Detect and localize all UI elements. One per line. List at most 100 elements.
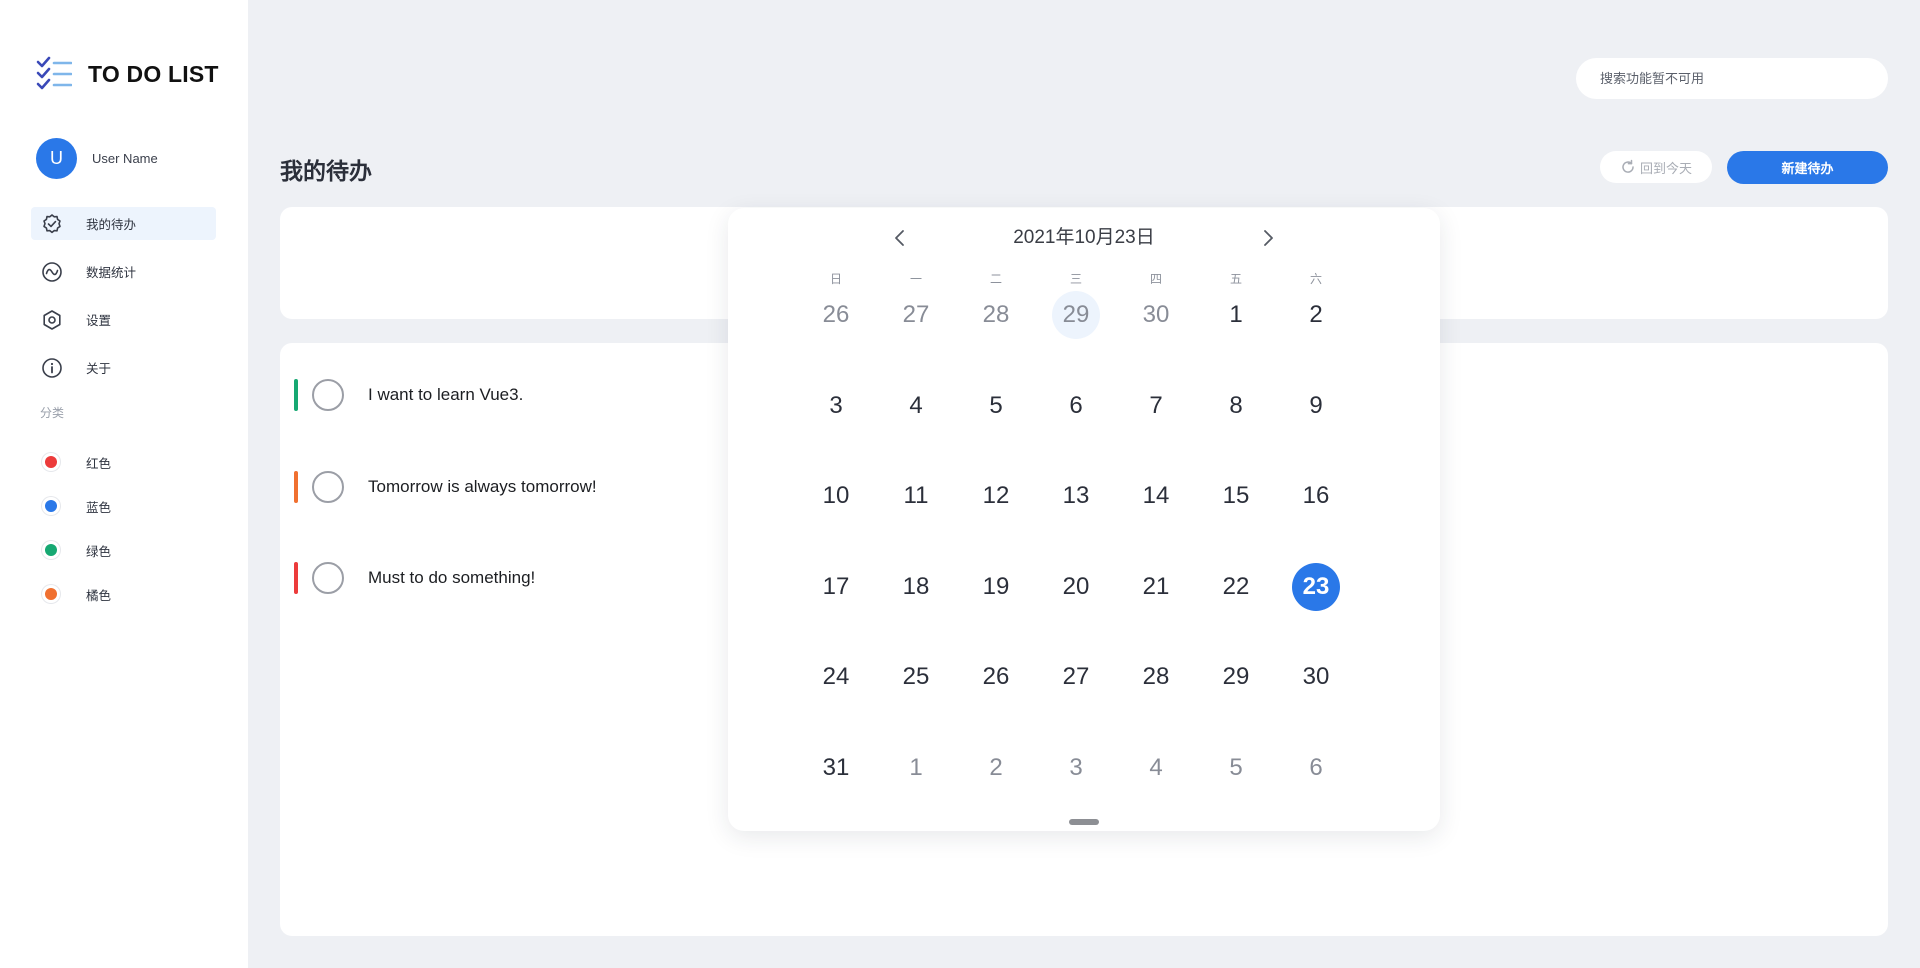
calendar-day[interactable]: 26 bbox=[812, 291, 860, 339]
calendar-cell: 3 bbox=[796, 382, 876, 473]
category-label: 蓝色 bbox=[86, 500, 112, 515]
calendar-day[interactable]: 28 bbox=[1132, 653, 1180, 701]
calendar-cell: 4 bbox=[1116, 744, 1196, 835]
calendar-day[interactable]: 1 bbox=[892, 744, 940, 792]
chevron-left-icon bbox=[893, 229, 907, 247]
back-to-today-label: 回到今天 bbox=[1639, 160, 1692, 176]
avatar[interactable]: U bbox=[36, 138, 77, 179]
todo-item[interactable]: I want to learn Vue3. bbox=[294, 375, 523, 415]
calendar-day[interactable]: 19 bbox=[972, 563, 1020, 611]
category-item-green[interactable]: 绿色 bbox=[31, 535, 216, 565]
weekday-header: 日一二三四五六 bbox=[796, 270, 1356, 287]
category-item-orange[interactable]: 橘色 bbox=[31, 579, 216, 609]
calendar-day[interactable]: 29 bbox=[1212, 653, 1260, 701]
calendar-day[interactable]: 30 bbox=[1292, 653, 1340, 701]
calendar-day[interactable]: 2 bbox=[972, 744, 1020, 792]
weekday-label: 二 bbox=[989, 272, 1002, 286]
sidebar-item-settings[interactable]: 设置 bbox=[31, 303, 216, 336]
weekday-label: 一 bbox=[909, 272, 922, 286]
calendar-day[interactable]: 13 bbox=[1052, 472, 1100, 520]
calendar-day[interactable]: 14 bbox=[1132, 472, 1180, 520]
red-dot-icon bbox=[41, 452, 61, 472]
category-item-blue[interactable]: 蓝色 bbox=[31, 491, 216, 521]
calendar-day[interactable]: 27 bbox=[1052, 653, 1100, 701]
refresh-icon bbox=[1620, 159, 1636, 175]
next-month-button[interactable] bbox=[1254, 220, 1282, 256]
todo-text: Tomorrow is always tomorrow! bbox=[368, 477, 597, 496]
prev-month-button[interactable] bbox=[886, 220, 914, 256]
calendar-day[interactable]: 6 bbox=[1292, 744, 1340, 792]
todo-item[interactable]: Tomorrow is always tomorrow! bbox=[294, 467, 597, 507]
calendar-day[interactable]: 4 bbox=[1132, 744, 1180, 792]
calendar-day[interactable]: 5 bbox=[972, 382, 1020, 430]
calendar-cell: 28 bbox=[956, 291, 1036, 382]
calendar-day[interactable]: 21 bbox=[1132, 563, 1180, 611]
calendar-cell: 4 bbox=[876, 382, 956, 473]
calendar-day[interactable]: 26 bbox=[972, 653, 1020, 701]
todo-checkbox[interactable] bbox=[312, 562, 344, 594]
calendar-day[interactable]: 30 bbox=[1132, 291, 1180, 339]
calendar-day[interactable]: 7 bbox=[1132, 382, 1180, 430]
calendar-cell: 7 bbox=[1116, 382, 1196, 473]
sidebar-item-label: 我的待办 bbox=[86, 218, 137, 232]
calendar-day[interactable]: 4 bbox=[892, 382, 940, 430]
calendar-day[interactable]: 8 bbox=[1212, 382, 1260, 430]
category-item-red[interactable]: 红色 bbox=[31, 447, 216, 477]
calendar-cell: 18 bbox=[876, 563, 956, 654]
calendar-day-selected[interactable]: 23 bbox=[1292, 562, 1340, 611]
app-logo: TO DO LIST bbox=[36, 56, 219, 92]
sidebar-item-my-todos[interactable]: 我的待办 bbox=[31, 207, 216, 240]
calendar-day[interactable]: 28 bbox=[972, 291, 1020, 339]
calendar-day[interactable]: 3 bbox=[1052, 744, 1100, 792]
calendar-cell: 15 bbox=[1196, 472, 1276, 563]
todo-checkbox[interactable] bbox=[312, 379, 344, 411]
calendar-day[interactable]: 15 bbox=[1212, 472, 1260, 520]
calendar-day[interactable]: 9 bbox=[1292, 382, 1340, 430]
calendar-day[interactable]: 2 bbox=[1292, 291, 1340, 339]
calendar-day[interactable]: 20 bbox=[1052, 563, 1100, 611]
calendar-day[interactable]: 1 bbox=[1212, 291, 1260, 339]
calendar-day[interactable]: 17 bbox=[812, 563, 860, 611]
sidebar-item-label: 关于 bbox=[86, 362, 112, 376]
settings-hex-icon bbox=[41, 309, 63, 331]
calendar-cell: 30 bbox=[1116, 291, 1196, 382]
calendar-day[interactable]: 24 bbox=[812, 653, 860, 701]
sidebar-item-statistics[interactable]: 数据统计 bbox=[31, 255, 216, 288]
calendar-day[interactable]: 29 bbox=[1052, 291, 1100, 339]
weekday-label: 六 bbox=[1309, 272, 1322, 286]
calendar-day[interactable]: 6 bbox=[1052, 382, 1100, 430]
calendar-day[interactable]: 5 bbox=[1212, 744, 1260, 792]
sidebar-item-about[interactable]: 关于 bbox=[31, 351, 216, 384]
category-label: 红色 bbox=[86, 456, 112, 471]
resize-handle[interactable] bbox=[1069, 819, 1099, 825]
new-todo-button[interactable]: 新建待办 bbox=[1727, 151, 1888, 184]
back-to-today-button[interactable]: 回到今天 bbox=[1600, 151, 1712, 183]
category-label: 绿色 bbox=[86, 544, 112, 559]
search-input[interactable] bbox=[1576, 58, 1888, 99]
weekday-label: 五 bbox=[1229, 272, 1242, 286]
calendar-day[interactable]: 3 bbox=[812, 382, 860, 430]
calendar-day[interactable]: 18 bbox=[892, 563, 940, 611]
calendar-cell: 5 bbox=[1196, 744, 1276, 835]
user-profile[interactable]: U User Name bbox=[36, 138, 158, 179]
calendar-day[interactable]: 12 bbox=[972, 472, 1020, 520]
calendar-day[interactable]: 10 bbox=[812, 472, 860, 520]
info-icon bbox=[41, 357, 63, 379]
calendar-day[interactable]: 31 bbox=[812, 744, 860, 792]
todo-text: Must to do something! bbox=[368, 568, 536, 587]
calendar-day[interactable]: 25 bbox=[892, 653, 940, 701]
todo-checkbox[interactable] bbox=[312, 471, 344, 503]
categories-heading: 分类 bbox=[40, 406, 65, 420]
calendar-day[interactable]: 11 bbox=[892, 472, 940, 520]
calendar-day[interactable]: 27 bbox=[892, 291, 940, 339]
calendar-cell: 20 bbox=[1036, 563, 1116, 654]
calendar-day[interactable]: 22 bbox=[1212, 563, 1260, 611]
todo-item[interactable]: Must to do something! bbox=[294, 558, 535, 598]
calendar-cell: 23 bbox=[1276, 562, 1356, 654]
calendar-day[interactable]: 16 bbox=[1292, 472, 1340, 520]
user-name: User Name bbox=[92, 151, 158, 166]
calendar-cell: 30 bbox=[1276, 653, 1356, 744]
page-title: 我的待办 bbox=[280, 158, 372, 184]
blue-dot-icon bbox=[41, 496, 61, 516]
calendar-cell: 29 bbox=[1196, 653, 1276, 744]
